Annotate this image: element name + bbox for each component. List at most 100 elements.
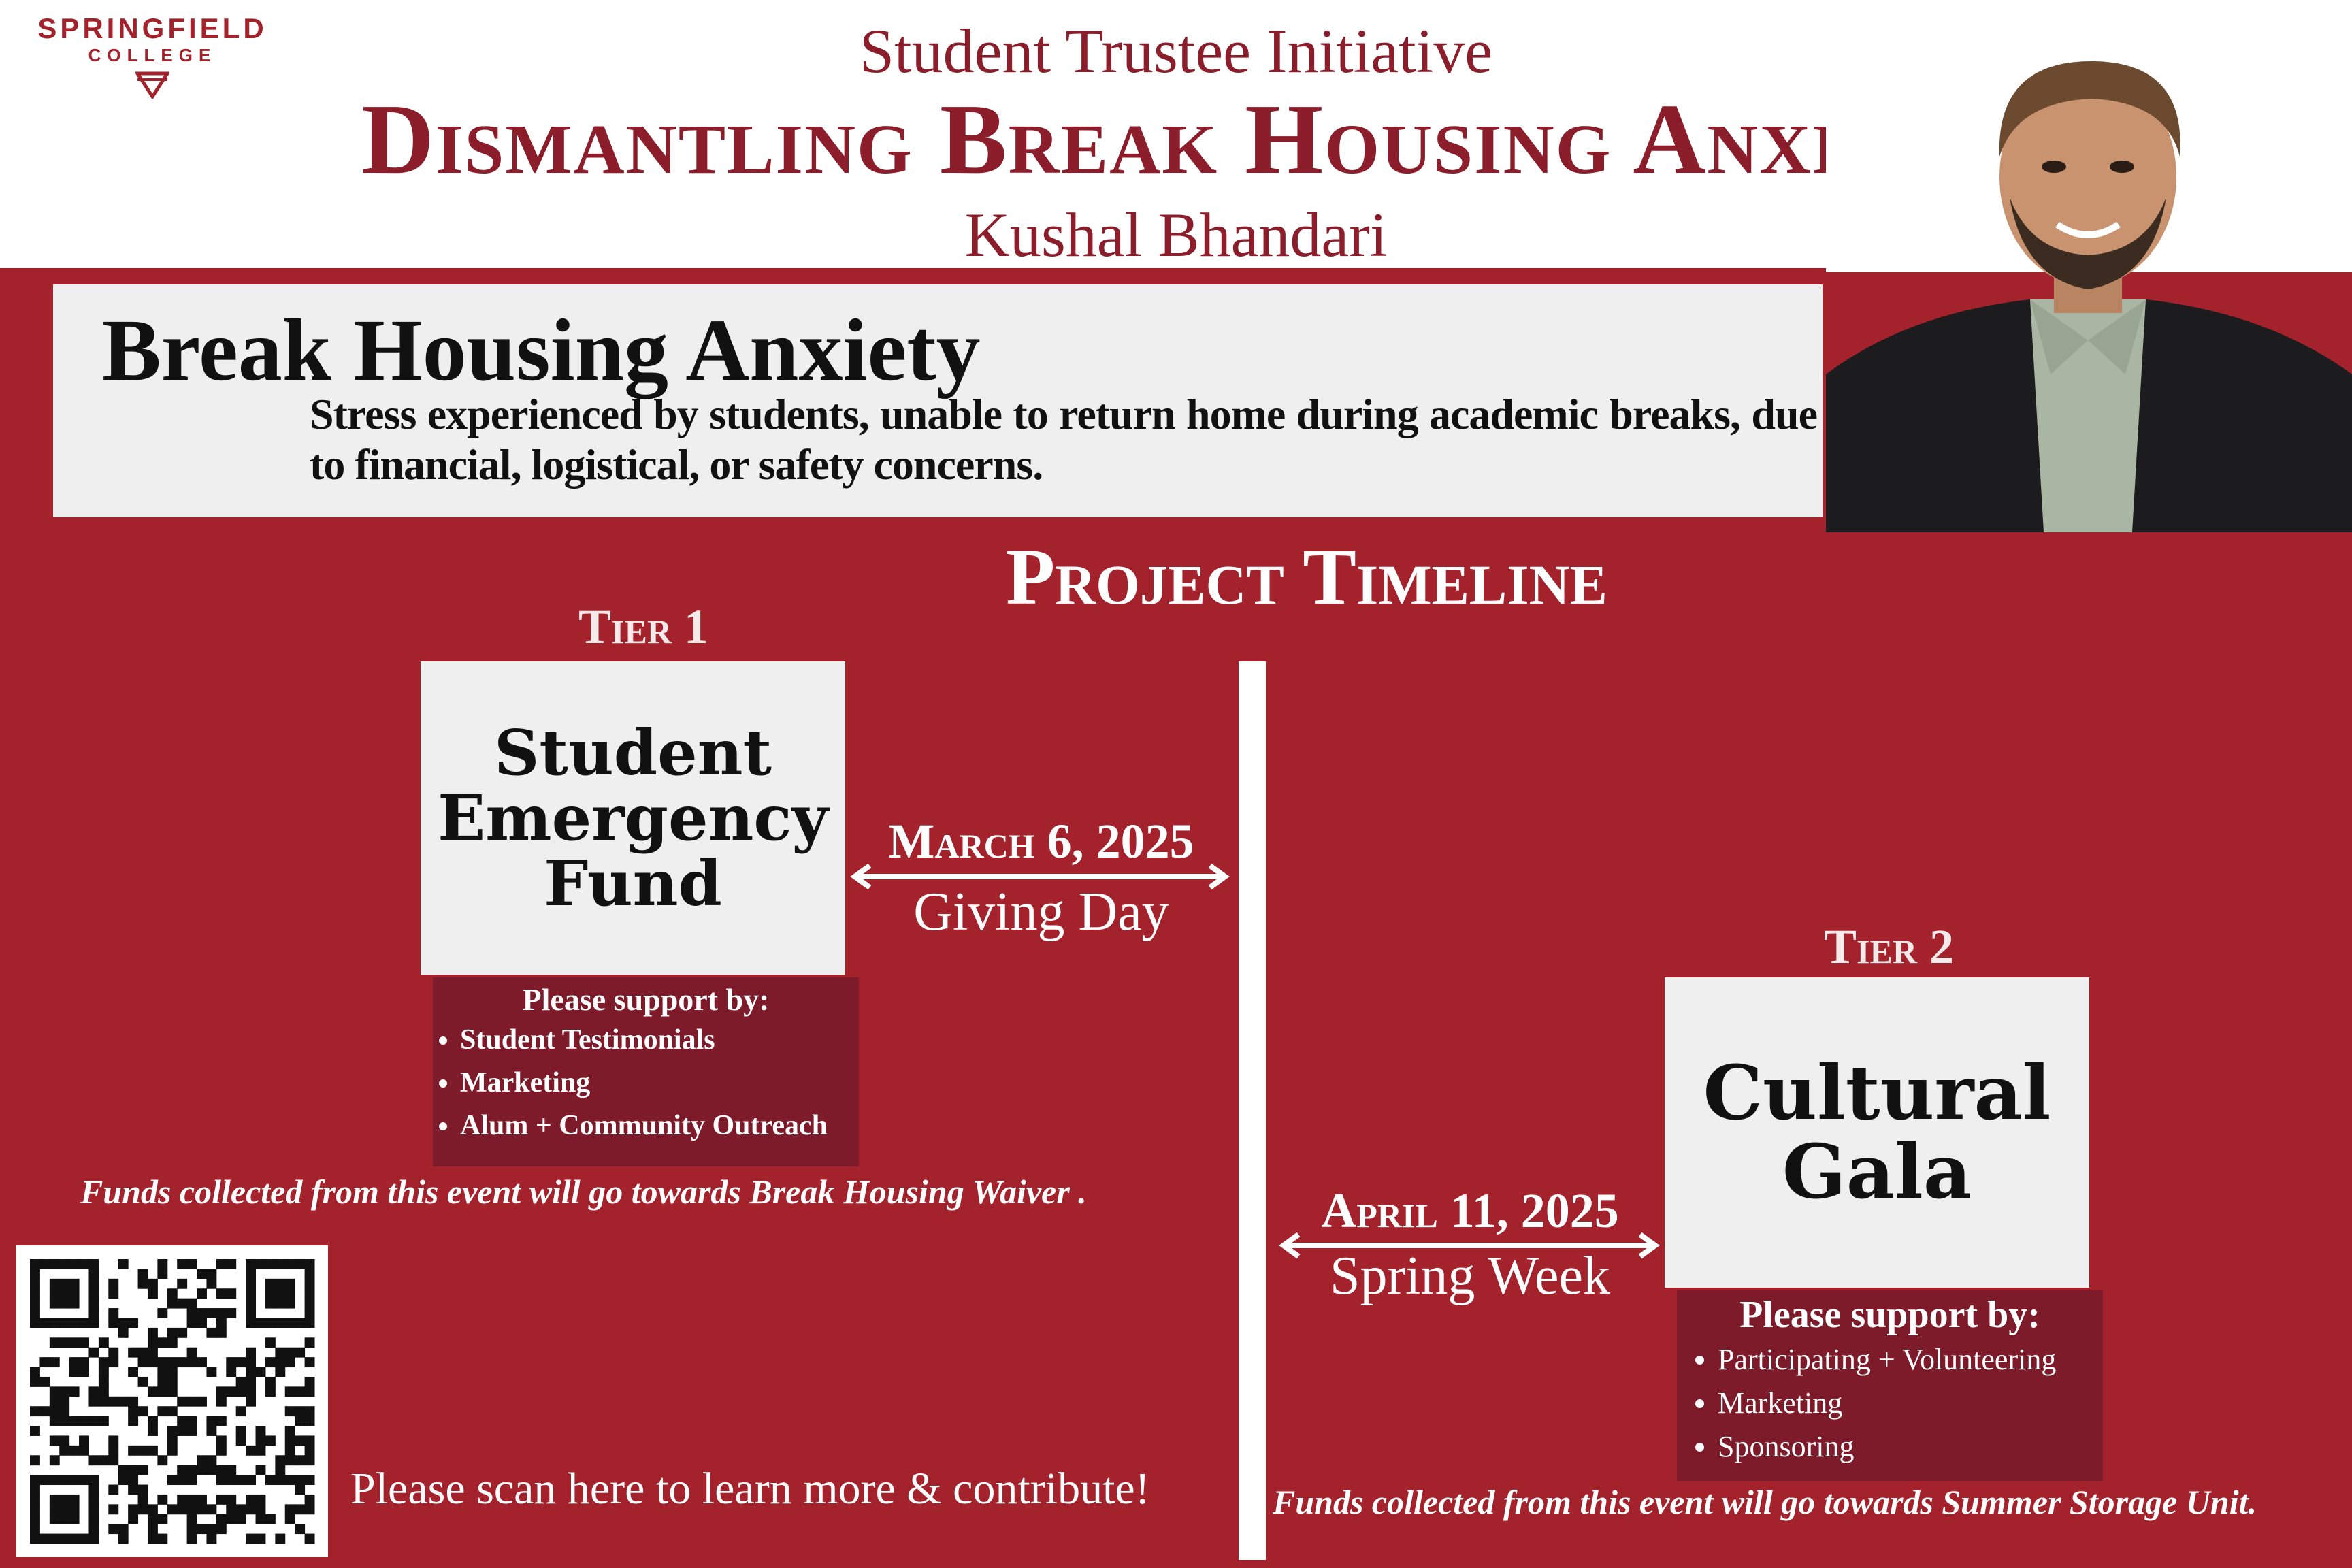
qr-module — [49, 1288, 60, 1299]
qr-module — [177, 1416, 188, 1426]
qr-module — [255, 1504, 266, 1515]
qr-module — [88, 1298, 99, 1309]
qr-module — [30, 1504, 40, 1515]
qr-module — [98, 1337, 109, 1348]
qr-module — [49, 1337, 60, 1348]
qr-module — [69, 1514, 80, 1524]
tier-2-support-item: Participating + Volunteering — [1718, 1338, 2103, 1382]
qr-module — [59, 1337, 70, 1348]
qr-module — [295, 1406, 306, 1417]
qr-module — [246, 1288, 257, 1299]
qr-module — [304, 1386, 315, 1397]
qr-module — [118, 1318, 129, 1328]
tier-1-date: March 6, 2025 — [888, 814, 1194, 868]
qr-module — [295, 1435, 306, 1446]
qr-module — [88, 1396, 99, 1407]
qr-module — [197, 1308, 207, 1318]
qr-module — [186, 1426, 197, 1436]
qr-module — [304, 1318, 315, 1328]
qr-module — [157, 1357, 168, 1368]
qr-module — [69, 1504, 80, 1515]
qr-module — [216, 1288, 227, 1299]
qr-module — [284, 1455, 295, 1466]
qr-module — [147, 1416, 158, 1426]
qr-module — [108, 1435, 119, 1446]
qr-module — [98, 1357, 109, 1368]
qr-module — [216, 1514, 227, 1524]
qr-module — [186, 1514, 197, 1524]
qr-module — [197, 1357, 207, 1368]
qr-module — [59, 1445, 70, 1456]
qr-module — [177, 1298, 188, 1309]
qr-module — [246, 1504, 257, 1515]
definition-title: Break Housing Anxiety — [102, 301, 981, 399]
qr-module — [304, 1533, 315, 1544]
qr-module — [157, 1367, 168, 1377]
qr-module — [197, 1504, 207, 1515]
qr-module — [128, 1465, 139, 1475]
qr-module — [216, 1259, 227, 1269]
qr-module — [304, 1455, 315, 1466]
tier-2-event-line: Gala — [1782, 1128, 1972, 1215]
qr-module — [49, 1318, 60, 1328]
qr-module — [295, 1455, 306, 1466]
tier-2-event-box: Cultural Gala — [1665, 977, 2089, 1288]
qr-module — [49, 1259, 60, 1269]
qr-module — [275, 1347, 286, 1358]
qr-module — [118, 1396, 129, 1407]
qr-module — [49, 1455, 60, 1466]
qr-module — [30, 1308, 40, 1318]
qr-module — [186, 1298, 197, 1309]
qr-module — [69, 1445, 80, 1456]
qr-module — [206, 1327, 217, 1338]
qr-module — [108, 1357, 119, 1368]
qr-module — [147, 1357, 158, 1368]
qr-module — [255, 1465, 266, 1475]
tier-2-support-item: Marketing — [1718, 1382, 2103, 1425]
qr-module — [79, 1337, 89, 1348]
qr-module — [265, 1318, 276, 1328]
qr-module — [284, 1347, 295, 1358]
qr-module — [167, 1426, 178, 1436]
qr-module — [147, 1347, 158, 1358]
qr-module — [265, 1288, 276, 1299]
qr-module — [88, 1386, 99, 1397]
timeline-title: Project Timeline — [1006, 532, 1607, 621]
qr-module — [246, 1533, 257, 1544]
qr-module — [265, 1475, 276, 1486]
qr-module — [255, 1435, 266, 1446]
qr-module — [235, 1475, 246, 1486]
qr-module — [69, 1386, 80, 1397]
qr-module — [216, 1396, 227, 1407]
qr-module — [79, 1475, 89, 1486]
qr-module — [304, 1308, 315, 1318]
qr-module — [197, 1396, 207, 1407]
qr-module — [137, 1357, 148, 1368]
qr-module — [216, 1386, 227, 1397]
qr-module — [197, 1455, 207, 1466]
qr-module — [246, 1367, 257, 1377]
qr-module — [275, 1367, 286, 1377]
qr-module — [226, 1308, 237, 1318]
qr-code-icon — [30, 1259, 315, 1544]
qr-module — [284, 1514, 295, 1524]
qr-module — [147, 1327, 158, 1338]
qr-module — [186, 1524, 197, 1535]
qr-code[interactable] — [16, 1245, 328, 1557]
qr-module — [108, 1445, 119, 1456]
qr-module — [147, 1426, 158, 1436]
qr-module — [295, 1475, 306, 1486]
tier-1-support-item: Student Testimonials — [460, 1019, 859, 1062]
qr-module — [69, 1288, 80, 1299]
qr-module — [59, 1386, 70, 1397]
qr-module — [157, 1269, 168, 1279]
qr-module — [88, 1484, 99, 1495]
qr-module — [284, 1288, 295, 1299]
qr-module — [98, 1396, 109, 1407]
qr-module — [226, 1386, 237, 1397]
tier-2-day: Spring Week — [1329, 1246, 1611, 1306]
qr-module — [30, 1318, 40, 1328]
qr-module — [128, 1504, 139, 1515]
qr-module — [59, 1278, 70, 1289]
qr-module — [216, 1435, 227, 1446]
